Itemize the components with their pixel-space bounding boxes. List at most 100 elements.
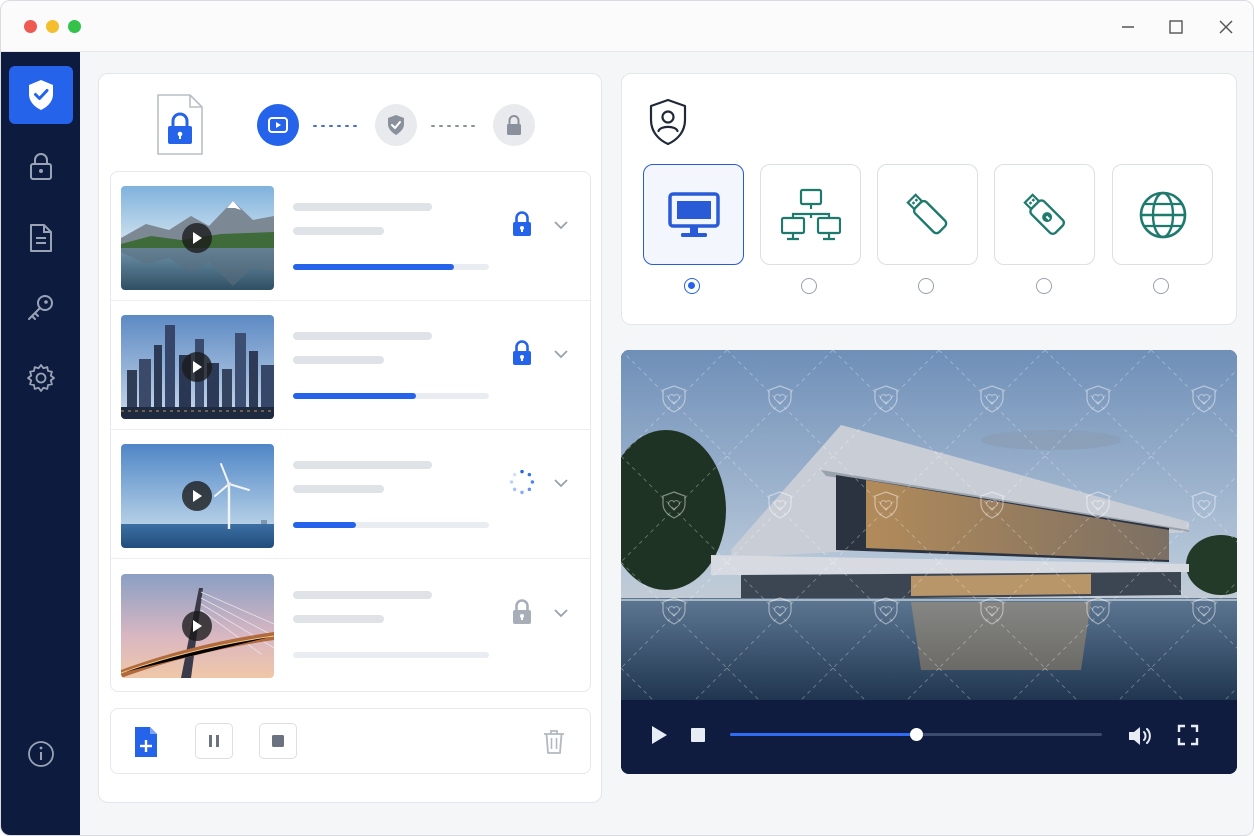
file-queue-panel — [98, 73, 602, 803]
video-icon — [268, 117, 288, 133]
stop-button[interactable] — [690, 727, 708, 745]
play-button[interactable] — [649, 724, 671, 748]
progress-fill — [293, 393, 417, 399]
video-preview[interactable] — [621, 350, 1237, 700]
radio-secure-usb[interactable] — [1036, 278, 1052, 294]
locked-file-icon — [157, 94, 203, 155]
add-file-button[interactable] — [133, 725, 159, 759]
delete-button[interactable] — [543, 729, 565, 755]
minimize-icon — [1122, 26, 1134, 28]
minimize-traffic-light[interactable] — [46, 20, 59, 33]
subtitle-placeholder — [293, 485, 384, 493]
locked-icon — [509, 338, 535, 368]
chevron-down-icon[interactable] — [553, 346, 569, 362]
shield-check-icon — [29, 80, 53, 110]
stop-icon — [691, 728, 705, 742]
seek-handle[interactable] — [910, 728, 923, 741]
title-bar — [1, 1, 1253, 52]
step-connector — [313, 125, 359, 127]
player-controls — [621, 700, 1237, 774]
gear-icon — [27, 364, 55, 392]
device-option-network[interactable] — [760, 164, 861, 265]
video-thumbnail[interactable] — [121, 444, 274, 548]
usb-drive-icon — [905, 192, 947, 234]
info-icon — [28, 741, 54, 767]
seek-bar[interactable] — [730, 728, 1102, 741]
minimize-button[interactable] — [1115, 14, 1141, 40]
globe-icon — [1139, 191, 1186, 238]
volume-icon — [1129, 727, 1151, 745]
subtitle-placeholder — [293, 615, 384, 623]
encryption-progress — [293, 264, 489, 270]
step-connector — [431, 125, 477, 127]
chevron-down-icon[interactable] — [553, 605, 569, 621]
device-option-secure-usb[interactable] — [994, 164, 1095, 265]
play-icon — [182, 223, 212, 253]
play-icon — [652, 726, 667, 744]
volume-button[interactable] — [1127, 724, 1155, 748]
chevron-down-icon[interactable] — [553, 217, 569, 233]
encryption-progress — [293, 652, 489, 658]
device-option-web[interactable] — [1112, 164, 1213, 265]
pause-icon — [209, 735, 219, 747]
locked-icon — [509, 209, 535, 239]
step-shield — [375, 104, 417, 146]
maximize-button[interactable] — [1163, 14, 1189, 40]
sidebar-item-lock[interactable] — [9, 137, 73, 195]
unlocked-lock-icon — [509, 597, 535, 627]
radio-web[interactable] — [1153, 278, 1169, 294]
video-thumbnail[interactable] — [121, 574, 274, 678]
sidebar-item-documents[interactable] — [9, 209, 73, 267]
stop-icon — [272, 735, 284, 747]
encryption-progress — [293, 522, 489, 528]
video-thumbnail[interactable] — [121, 186, 274, 290]
pause-button[interactable] — [195, 723, 233, 759]
close-button[interactable] — [1213, 14, 1239, 40]
device-option-computer[interactable] — [643, 164, 744, 265]
progress-fill — [293, 522, 356, 528]
play-icon — [182, 352, 212, 382]
encryption-progress — [293, 393, 489, 399]
lock-icon — [507, 115, 521, 135]
shield-icon — [388, 115, 404, 135]
monitor-icon — [667, 191, 720, 237]
close-traffic-light[interactable] — [24, 20, 37, 33]
list-item[interactable] — [111, 172, 590, 301]
step-lock — [493, 104, 535, 146]
chevron-down-icon[interactable] — [553, 475, 569, 491]
sidebar-item-keys[interactable] — [9, 279, 73, 337]
radio-usb[interactable] — [918, 278, 934, 294]
sidebar-item-protect[interactable] — [9, 66, 73, 124]
list-item[interactable] — [111, 301, 590, 430]
file-list — [110, 171, 591, 692]
title-placeholder — [293, 591, 432, 599]
fullscreen-icon — [1177, 724, 1199, 746]
close-icon — [1219, 20, 1233, 34]
radio-computer[interactable] — [684, 278, 700, 294]
video-thumbnail[interactable] — [121, 315, 274, 419]
fullscreen-button[interactable] — [1177, 724, 1201, 748]
network-icon — [780, 188, 841, 240]
user-shield-icon — [649, 98, 687, 146]
modern-building-video-frame — [621, 350, 1237, 700]
trash-icon — [544, 730, 564, 754]
radio-network[interactable] — [801, 278, 817, 294]
play-icon — [182, 481, 212, 511]
list-item[interactable] — [111, 430, 590, 559]
list-item[interactable] — [111, 559, 590, 691]
title-placeholder — [293, 461, 432, 469]
target-device-panel — [621, 73, 1237, 325]
zoom-traffic-light[interactable] — [68, 20, 81, 33]
key-icon — [28, 295, 53, 320]
stop-button[interactable] — [259, 723, 297, 759]
sidebar-item-settings[interactable] — [9, 349, 73, 407]
lock-icon — [30, 153, 52, 180]
action-bar — [110, 708, 591, 774]
maximize-icon — [1169, 20, 1183, 34]
subtitle-placeholder — [293, 227, 384, 235]
loading-spinner-icon — [509, 467, 535, 497]
sidebar-item-info[interactable] — [9, 725, 73, 783]
sidebar — [1, 52, 80, 835]
secure-usb-icon — [1022, 192, 1065, 235]
device-option-usb[interactable] — [877, 164, 978, 265]
